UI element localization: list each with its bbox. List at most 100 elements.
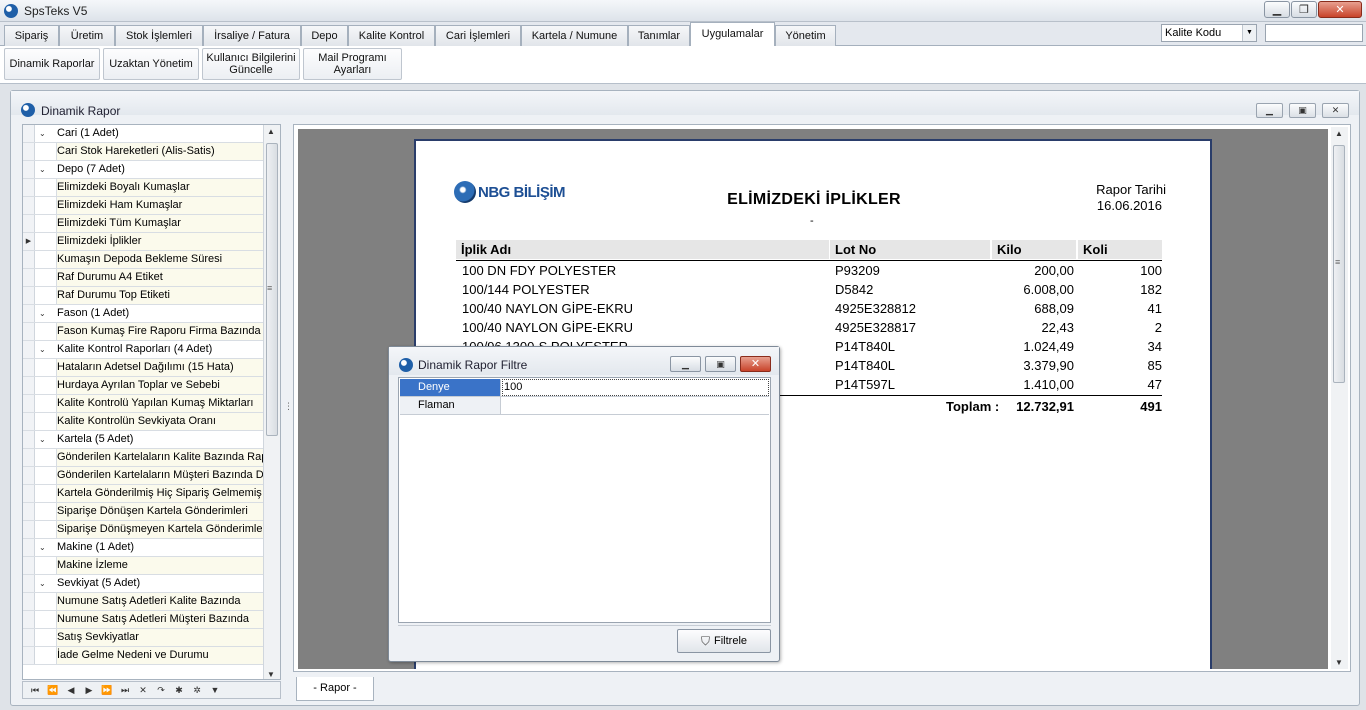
tree-item-label: Siparişe Dönüşen Kartela Gönderimleri — [56, 503, 263, 520]
filter-dialog-title-bar: Dinamik Rapor Filtre ▁ ▣ ✕ — [389, 347, 779, 375]
tab-tanimlar[interactable]: Tanımlar — [628, 25, 690, 46]
tree-item[interactable]: Cari Stok Hareketleri (Alis-Satis) — [23, 143, 263, 161]
tab-irsaliye-fatura[interactable]: İrsaliye / Fatura — [203, 25, 301, 46]
window-restore-icon[interactable]: ▣ — [1289, 103, 1316, 118]
tree-item[interactable]: Kalite Kontrolü Yapılan Kumaş Miktarları — [23, 395, 263, 413]
tree-item[interactable]: İade Gelme Nedeni ve Durumu — [23, 647, 263, 665]
first-record-icon[interactable]: ⏮ — [27, 685, 43, 696]
total-label: Toplam : — [946, 399, 1000, 414]
dialog-close-icon[interactable]: ✕ — [740, 356, 771, 372]
scroll-down-icon[interactable]: ▼ — [267, 670, 275, 679]
tab-kartela-numune[interactable]: Kartela / Numune — [521, 25, 628, 46]
close-icon[interactable]: ✕ — [1318, 1, 1362, 18]
window-minimize-icon[interactable]: ▁ — [1256, 103, 1283, 118]
mail-programi-button[interactable]: Mail Programı Ayarları — [303, 48, 402, 80]
report-scrollbar[interactable]: ▲ ≡ ▼ — [1331, 127, 1348, 669]
row-indicator — [23, 287, 35, 304]
filter-row-flaman[interactable]: Flaman — [400, 397, 769, 415]
tree-item[interactable]: Kalite Kontrolün Sevkiyata Oranı — [23, 413, 263, 431]
scroll-up-icon[interactable]: ▲ — [267, 127, 275, 136]
chevron-down-icon[interactable]: ⌄ — [39, 341, 51, 358]
tree-item[interactable]: ▶ Elimizdeki İplikler — [23, 233, 263, 251]
tree-item[interactable]: Elimizdeki Boyalı Kumaşlar — [23, 179, 263, 197]
dinamik-raporlar-button[interactable]: Dinamik Raporlar — [4, 48, 100, 80]
dialog-restore-icon[interactable]: ▣ — [705, 356, 736, 372]
scroll-down-icon[interactable]: ▼ — [1335, 658, 1343, 667]
tree-item[interactable]: Gönderilen Kartelaların Müşteri Bazında … — [23, 467, 263, 485]
kalite-kodu-select[interactable]: Kalite Kodu ▼ — [1161, 24, 1257, 42]
tree-item-label: Cari Stok Hareketleri (Alis-Satis) — [56, 143, 263, 160]
tab-rapor[interactable]: - Rapor - — [296, 677, 374, 701]
filtrele-button[interactable]: ⛉ Filtrele — [677, 629, 771, 653]
tree-group[interactable]: ⌄ Kartela (5 Adet) — [23, 431, 263, 449]
tab-cari-islemleri[interactable]: Cari İşlemleri — [435, 25, 521, 46]
tree-group[interactable]: ⌄ Fason (1 Adet) — [23, 305, 263, 323]
flaman-field[interactable] — [502, 397, 769, 414]
tree-item[interactable]: Elimizdeki Tüm Kumaşlar — [23, 215, 263, 233]
refresh-icon[interactable]: ↷ — [153, 685, 169, 696]
tab-siparis[interactable]: Sipariş — [4, 25, 59, 46]
splitter-grip-icon[interactable]: ⋮ — [284, 401, 293, 412]
tree-item[interactable]: Kumaşın Depoda Bekleme Süresi — [23, 251, 263, 269]
tree-item[interactable]: Siparişe Dönüşen Kartela Gönderimleri — [23, 503, 263, 521]
tree-item[interactable]: Hataların Adetsel Dağılımı (15 Hata) — [23, 359, 263, 377]
next-record-icon[interactable]: ▶ — [81, 685, 97, 696]
tree-item[interactable]: Fason Kumaş Fire Raporu Firma Bazında — [23, 323, 263, 341]
prev-record-icon[interactable]: ◀ — [63, 685, 79, 696]
tree-group[interactable]: ⌄ Sevkiyat (5 Adet) — [23, 575, 263, 593]
dinamik-raporlar-label: Dinamik Raporlar — [9, 58, 95, 70]
cancel-icon[interactable]: ✕ — [135, 685, 151, 696]
tab-yonetim[interactable]: Yönetim — [775, 25, 836, 46]
chevron-down-icon[interactable]: ▼ — [1242, 25, 1256, 41]
prev-page-icon[interactable]: ⏪ — [45, 685, 61, 696]
tree-item[interactable]: Gönderilen Kartelaların Kalite Bazında R… — [23, 449, 263, 467]
uzaktan-yonetim-button[interactable]: Uzaktan Yönetim — [103, 48, 199, 80]
row-indicator — [23, 359, 35, 376]
dialog-minimize-icon[interactable]: ▁ — [670, 356, 701, 372]
search-input[interactable] — [1265, 24, 1363, 42]
tree-item[interactable]: Kartela Gönderilmiş Hiç Sipariş Gelmemiş… — [23, 485, 263, 503]
append-icon[interactable]: ✲ — [189, 685, 205, 696]
tree-item[interactable]: Numune Satış Adetleri Kalite Bazında — [23, 593, 263, 611]
chevron-down-icon[interactable]: ⌄ — [39, 539, 51, 556]
scroll-up-icon[interactable]: ▲ — [1335, 129, 1343, 138]
cell-koli: 34 — [1147, 339, 1162, 354]
tab-uretim[interactable]: Üretim — [59, 25, 115, 46]
tab-kalite-kontrol[interactable]: Kalite Kontrol — [348, 25, 435, 46]
tree-item[interactable]: Makine İzleme — [23, 557, 263, 575]
tree-item-label: Siparişe Dönüşmeyen Kartela Gönderimleri — [56, 521, 263, 538]
tree-item[interactable]: Elimizdeki Ham Kumaşlar — [23, 197, 263, 215]
tree-item[interactable]: Raf Durumu A4 Etiket — [23, 269, 263, 287]
chevron-down-icon[interactable]: ⌄ — [39, 305, 51, 322]
filter-icon[interactable]: ▼ — [207, 685, 223, 695]
tab-depo[interactable]: Depo — [301, 25, 348, 46]
tree-item[interactable]: Hurdaya Ayrılan Toplar ve Sebebi — [23, 377, 263, 395]
denye-field[interactable]: 100 — [502, 379, 769, 396]
cell-iplik-adi: 100/40 NAYLON GİPE-EKRU — [462, 301, 633, 316]
cell-lot-no: 4925E328812 — [835, 301, 916, 316]
tab-stok-islemleri[interactable]: Stok İşlemleri — [115, 25, 203, 46]
tree-group[interactable]: ⌄ Kalite Kontrol Raporları (4 Adet) — [23, 341, 263, 359]
tree-item-label: Kartela Gönderilmiş Hiç Sipariş Gelmemiş… — [56, 485, 263, 502]
tree-scrollbar[interactable]: ▲ ≡ ▼ — [263, 125, 280, 679]
next-page-icon[interactable]: ⏩ — [99, 685, 115, 696]
filter-row-denye[interactable]: Denye 100 — [400, 379, 769, 397]
kullanici-bilgileri-button[interactable]: Kullanıcı Bilgilerini Güncelle — [202, 48, 300, 80]
chevron-down-icon[interactable]: ⌄ — [39, 575, 51, 592]
tree-item[interactable]: Numune Satış Adetleri Müşteri Bazında — [23, 611, 263, 629]
tree-group[interactable]: ⌄ Makine (1 Adet) — [23, 539, 263, 557]
tree-item[interactable]: Satış Sevkiyatlar — [23, 629, 263, 647]
window-close-icon[interactable]: ✕ — [1322, 103, 1349, 118]
last-record-icon[interactable]: ⏭ — [117, 685, 133, 696]
chevron-down-icon[interactable]: ⌄ — [39, 431, 51, 448]
minimize-icon[interactable]: ▁ — [1264, 1, 1290, 18]
tree-group[interactable]: ⌄ Cari (1 Adet) — [23, 125, 263, 143]
maximize-icon[interactable]: ❐ — [1291, 1, 1317, 18]
chevron-down-icon[interactable]: ⌄ — [39, 161, 51, 178]
tab-uygulamalar[interactable]: Uygulamalar — [690, 22, 775, 47]
tree-group[interactable]: ⌄ Depo (7 Adet) — [23, 161, 263, 179]
tree-item[interactable]: Raf Durumu Top Etiketi — [23, 287, 263, 305]
tree-item[interactable]: Siparişe Dönüşmeyen Kartela Gönderimleri — [23, 521, 263, 539]
chevron-down-icon[interactable]: ⌄ — [39, 125, 51, 142]
insert-icon[interactable]: ✱ — [171, 685, 187, 696]
